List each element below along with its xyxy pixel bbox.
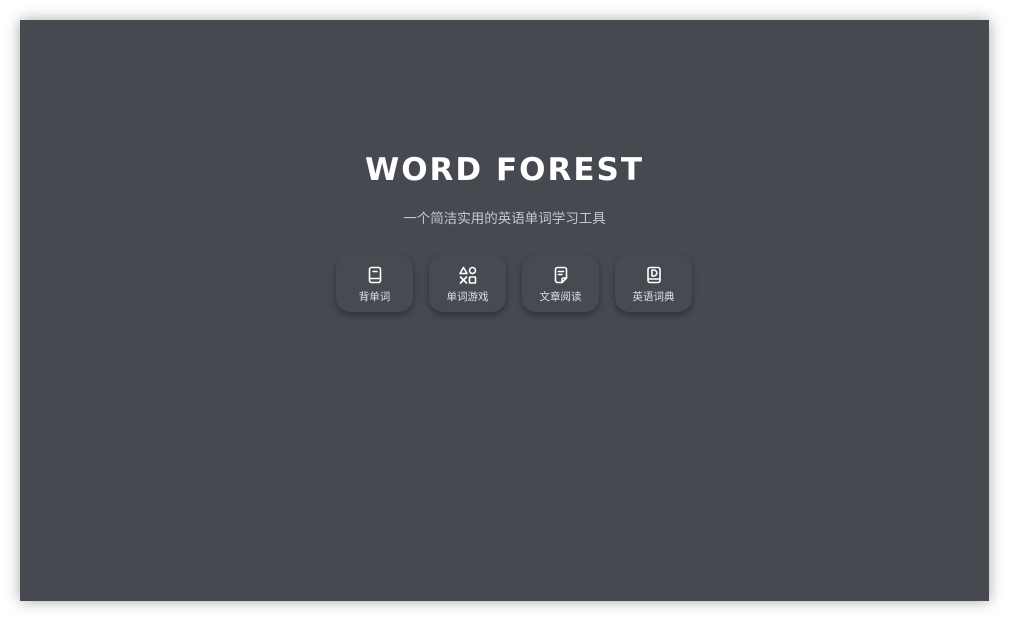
english-dictionary-label: 英语词典 (632, 291, 675, 303)
article-icon (551, 265, 571, 285)
memorize-words-label: 背单词 (358, 291, 391, 303)
dictionary-icon (644, 265, 664, 285)
word-games-label: 单词游戏 (446, 291, 489, 303)
article-reading-button[interactable]: 文章阅读 (522, 255, 599, 312)
article-reading-label: 文章阅读 (539, 291, 582, 303)
app-window: WORD FOREST 一个简洁实用的英语单词学习工具 背单词 单词游戏 文章阅… (20, 20, 989, 601)
word-games-button[interactable]: 单词游戏 (429, 255, 506, 312)
english-dictionary-button[interactable]: 英语词典 (615, 255, 692, 312)
game-shapes-icon (458, 265, 478, 285)
feature-nav: 背单词 单词游戏 文章阅读 英语词典 (336, 255, 696, 313)
app-title: WORD FOREST (365, 152, 644, 188)
memorize-words-button[interactable]: 背单词 (336, 255, 413, 312)
app-subtitle: 一个简洁实用的英语单词学习工具 (403, 211, 606, 227)
book-icon (365, 265, 385, 285)
